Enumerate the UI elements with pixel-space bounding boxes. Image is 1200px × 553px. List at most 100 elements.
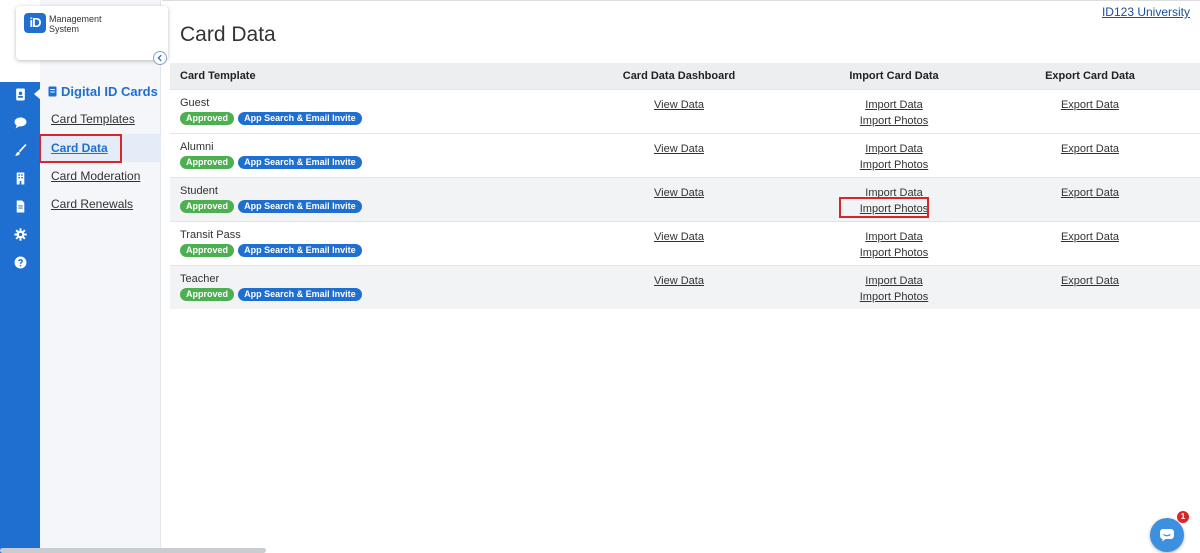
export-data-link[interactable]: Export Data bbox=[980, 97, 1200, 113]
subnav-item-card-renewals[interactable]: Card Renewals bbox=[40, 190, 161, 218]
organization-link[interactable]: ID123 University bbox=[1102, 5, 1190, 19]
view-data-link[interactable]: View Data bbox=[550, 185, 808, 201]
column-header-card-template: Card Template bbox=[170, 63, 550, 89]
view-data-link[interactable]: View Data bbox=[550, 97, 808, 113]
import-data-link[interactable]: Import Data bbox=[808, 273, 980, 289]
template-cell: Guest Approved App Search & Email Invite bbox=[170, 88, 550, 133]
subnav-heading-label: Digital ID Cards bbox=[61, 84, 158, 99]
import-photos-link[interactable]: Import Photos bbox=[808, 201, 980, 217]
table-row: Student Approved App Search & Email Invi… bbox=[170, 176, 1200, 221]
help-icon[interactable] bbox=[0, 250, 40, 274]
import-data-link[interactable]: Import Data bbox=[808, 97, 980, 113]
export-cell: Export Data bbox=[980, 132, 1200, 177]
template-name: Teacher bbox=[180, 272, 220, 285]
status-badge: Approved bbox=[180, 199, 235, 213]
import-data-link[interactable]: Import Data bbox=[808, 185, 980, 201]
gear-icon[interactable] bbox=[0, 222, 40, 246]
template-name: Alumni bbox=[180, 140, 214, 153]
method-badge: App Search & Email Invite bbox=[238, 243, 362, 257]
import-cell: Import Data Import Photos bbox=[808, 264, 980, 309]
export-cell: Export Data bbox=[980, 88, 1200, 133]
import-data-link[interactable]: Import Data bbox=[808, 141, 980, 157]
column-header-export: Export Card Data bbox=[980, 63, 1200, 89]
import-cell: Import Data Import Photos bbox=[808, 220, 980, 265]
subnav-item-card-templates[interactable]: Card Templates bbox=[40, 105, 161, 133]
logo-badge: iD bbox=[24, 13, 46, 33]
export-cell: Export Data bbox=[980, 264, 1200, 309]
subnav-link-card-moderation[interactable]: Card Moderation bbox=[51, 169, 140, 183]
column-header-dashboard: Card Data Dashboard bbox=[550, 63, 808, 89]
export-cell: Export Data bbox=[980, 176, 1200, 221]
subnav-item-card-moderation[interactable]: Card Moderation bbox=[40, 162, 161, 190]
id-card-icon[interactable] bbox=[0, 82, 41, 106]
dashboard-cell: View Data bbox=[550, 132, 808, 177]
import-photos-link[interactable]: Import Photos bbox=[808, 245, 980, 261]
template-cell: Student Approved App Search & Email Invi… bbox=[170, 176, 550, 221]
secondary-sidebar: Digital ID Cards Card Templates Card Dat… bbox=[40, 0, 161, 553]
template-cell: Teacher Approved App Search & Email Invi… bbox=[170, 264, 550, 309]
building-icon[interactable] bbox=[0, 166, 40, 190]
collapse-sidebar-button[interactable] bbox=[153, 51, 167, 65]
table-header-row: Card Template Card Data Dashboard Import… bbox=[170, 63, 1200, 89]
template-cell: Alumni Approved App Search & Email Invit… bbox=[170, 132, 550, 177]
chevron-left-icon bbox=[157, 54, 162, 62]
paint-brush-icon[interactable] bbox=[0, 138, 40, 162]
logo-text-line1: Management bbox=[49, 14, 102, 24]
export-data-link[interactable]: Export Data bbox=[980, 185, 1200, 201]
view-data-link[interactable]: View Data bbox=[550, 141, 808, 157]
export-data-link[interactable]: Export Data bbox=[980, 229, 1200, 245]
chat-unread-badge: 1 bbox=[1177, 511, 1189, 523]
id-card-icon bbox=[48, 86, 57, 97]
table-row: Alumni Approved App Search & Email Invit… bbox=[170, 132, 1200, 177]
horizontal-scrollbar[interactable] bbox=[0, 548, 266, 553]
view-data-link[interactable]: View Data bbox=[550, 273, 808, 289]
template-cell: Transit Pass Approved App Search & Email… bbox=[170, 220, 550, 265]
table-row: Transit Pass Approved App Search & Email… bbox=[170, 220, 1200, 265]
subnav-heading: Digital ID Cards bbox=[48, 84, 158, 99]
dashboard-cell: View Data bbox=[550, 176, 808, 221]
subnav-link-card-templates[interactable]: Card Templates bbox=[51, 112, 135, 126]
import-cell: Import Data Import Photos bbox=[808, 176, 980, 221]
chat-bubble-icon bbox=[1160, 529, 1174, 542]
import-photos-link[interactable]: Import Photos bbox=[808, 113, 980, 129]
template-name: Student bbox=[180, 184, 218, 197]
status-badge: Approved bbox=[180, 111, 235, 125]
import-cell: Import Data Import Photos bbox=[808, 88, 980, 133]
document-icon[interactable] bbox=[0, 194, 40, 218]
dashboard-cell: View Data bbox=[550, 264, 808, 309]
status-badge: Approved bbox=[180, 155, 235, 169]
column-header-import: Import Card Data bbox=[808, 63, 980, 89]
subnav-link-card-renewals[interactable]: Card Renewals bbox=[51, 197, 133, 211]
import-data-link[interactable]: Import Data bbox=[808, 229, 980, 245]
status-badge: Approved bbox=[180, 243, 235, 257]
method-badge: App Search & Email Invite bbox=[238, 155, 362, 169]
chat-icon[interactable] bbox=[0, 110, 40, 134]
subnav-link-card-data[interactable]: Card Data bbox=[51, 141, 108, 155]
export-cell: Export Data bbox=[980, 220, 1200, 265]
method-badge: App Search & Email Invite bbox=[238, 199, 362, 213]
template-name: Transit Pass bbox=[180, 228, 241, 241]
chat-widget-button[interactable] bbox=[1150, 518, 1184, 552]
view-data-link[interactable]: View Data bbox=[550, 229, 808, 245]
method-badge: App Search & Email Invite bbox=[238, 287, 362, 301]
logo-text-line2: System bbox=[49, 24, 80, 34]
template-name: Guest bbox=[180, 96, 210, 109]
method-badge: App Search & Email Invite bbox=[238, 111, 362, 125]
import-photos-link[interactable]: Import Photos bbox=[808, 157, 980, 173]
dashboard-cell: View Data bbox=[550, 220, 808, 265]
table-row: Guest Approved App Search & Email Invite… bbox=[170, 88, 1200, 133]
icon-rail bbox=[0, 0, 41, 553]
table-row: Teacher Approved App Search & Email Invi… bbox=[170, 264, 1200, 309]
logo-text: Management System bbox=[49, 14, 102, 34]
import-cell: Import Data Import Photos bbox=[808, 132, 980, 177]
main-content: ID123 University Card Data Card Template… bbox=[162, 0, 1200, 553]
card-data-table: Card Template Card Data Dashboard Import… bbox=[170, 63, 1200, 309]
page-title: Card Data bbox=[180, 23, 276, 46]
dashboard-cell: View Data bbox=[550, 88, 808, 133]
status-badge: Approved bbox=[180, 287, 235, 301]
subnav-item-card-data[interactable]: Card Data bbox=[40, 134, 161, 162]
export-data-link[interactable]: Export Data bbox=[980, 273, 1200, 289]
export-data-link[interactable]: Export Data bbox=[980, 141, 1200, 157]
import-photos-link[interactable]: Import Photos bbox=[808, 289, 980, 305]
app-logo[interactable]: iD Management System bbox=[16, 6, 168, 60]
